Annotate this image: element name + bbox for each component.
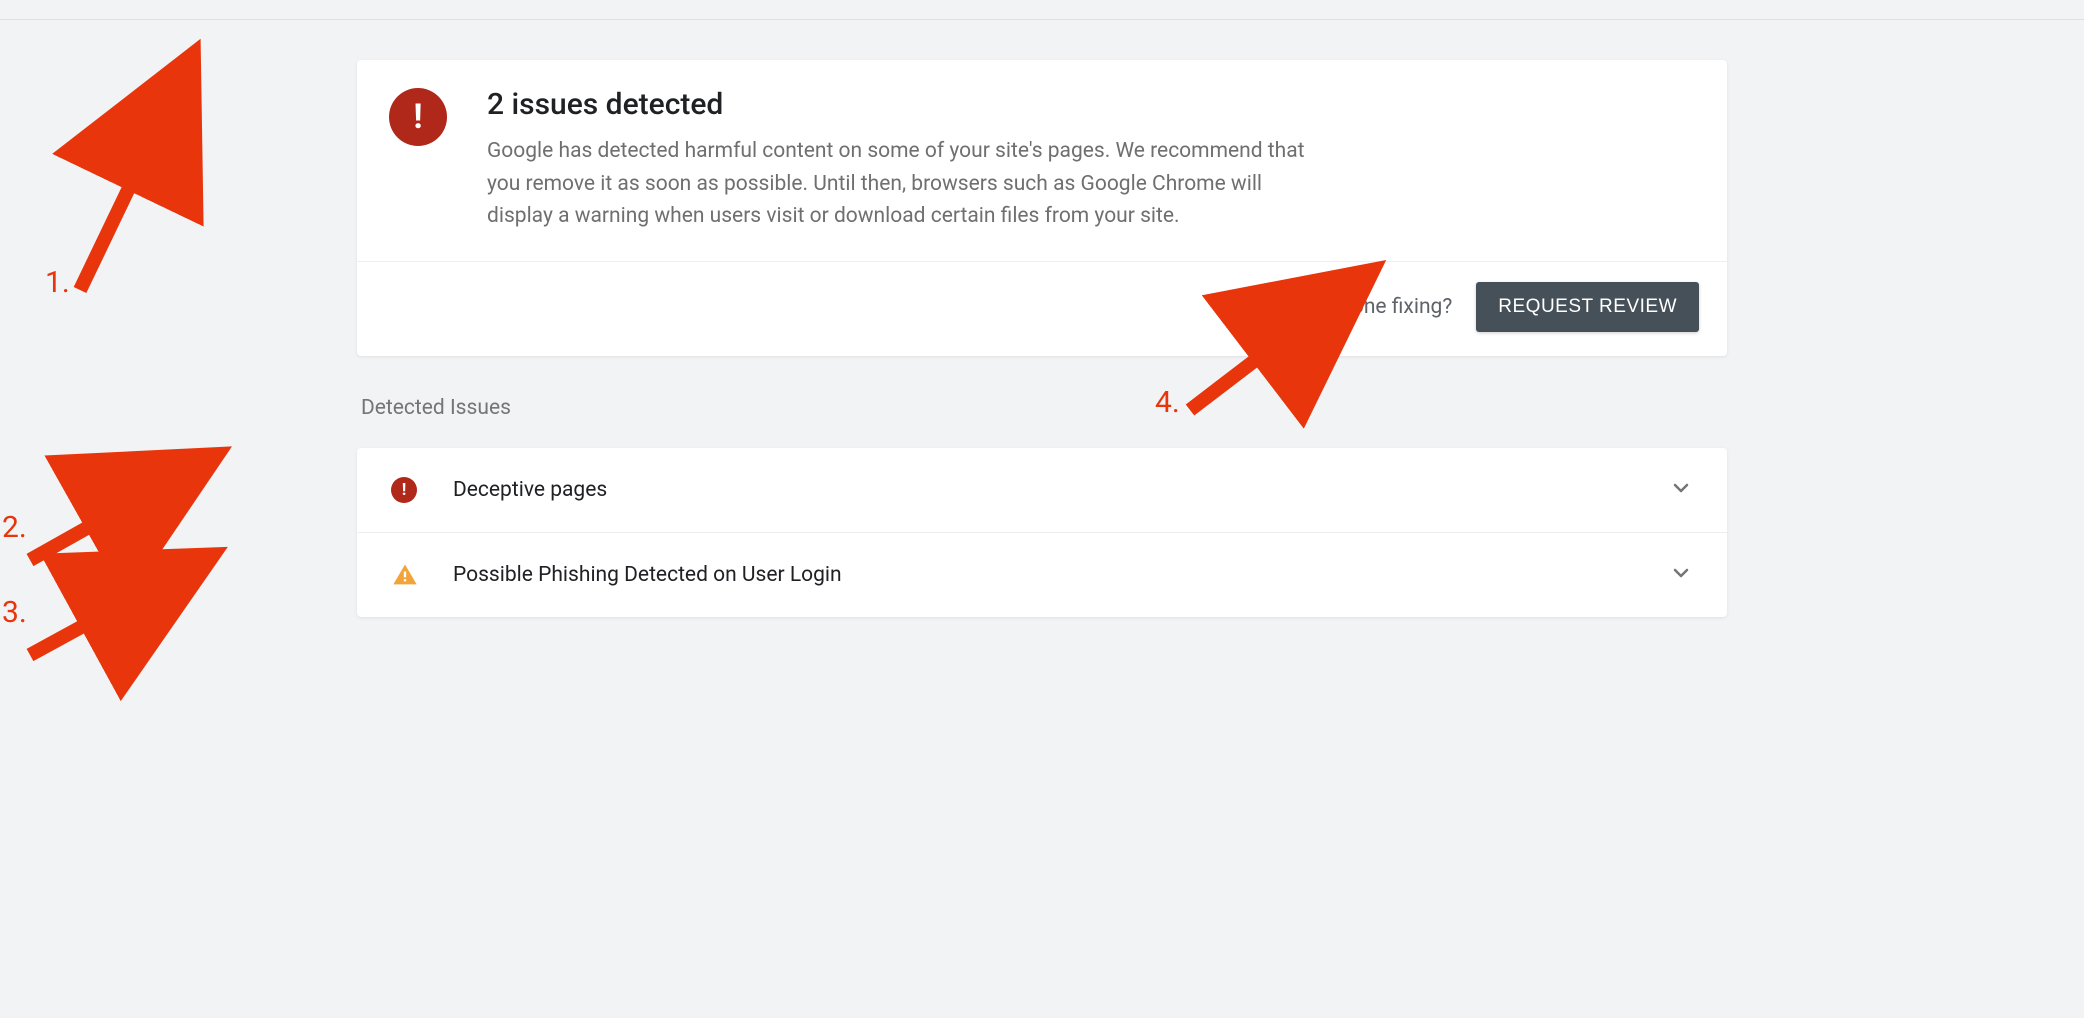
issue-icon-container xyxy=(391,561,431,589)
annotation-label-2: 2. xyxy=(2,510,27,545)
issue-label: Possible Phishing Detected on User Login xyxy=(453,563,1669,587)
request-review-button[interactable]: REQUEST REVIEW xyxy=(1476,282,1699,332)
annotation-label-3: 3. xyxy=(2,595,27,630)
issues-list: ! Deceptive pages Possible Phishing Dete… xyxy=(357,448,1727,617)
warning-icon xyxy=(391,561,419,589)
summary-card-body: ! 2 issues detected Google has detected … xyxy=(357,60,1727,262)
annotation-arrow-1 xyxy=(80,165,140,290)
annotation-arrow-3 xyxy=(30,614,105,655)
summary-description: Google has detected harmful content on s… xyxy=(487,135,1317,233)
issue-row-deceptive-pages[interactable]: ! Deceptive pages xyxy=(357,448,1727,533)
summary-title: 2 issues detected xyxy=(487,88,1317,121)
issue-label: Deceptive pages xyxy=(453,478,1669,502)
main-container: ! 2 issues detected Google has detected … xyxy=(357,20,1727,617)
annotation-label-1: 1. xyxy=(45,265,70,300)
alert-icon-container: ! xyxy=(389,88,447,233)
error-icon: ! xyxy=(391,477,417,503)
summary-card-footer: Done fixing? REQUEST REVIEW xyxy=(357,262,1727,356)
chevron-down-icon xyxy=(1669,476,1693,504)
issue-icon-container: ! xyxy=(391,477,431,503)
detected-issues-heading: Detected Issues xyxy=(361,396,1727,420)
page-topbar xyxy=(0,0,2084,20)
issue-row-phishing[interactable]: Possible Phishing Detected on User Login xyxy=(357,533,1727,617)
chevron-down-icon xyxy=(1669,561,1693,589)
summary-text: 2 issues detected Google has detected ha… xyxy=(487,88,1317,233)
done-fixing-label: Done fixing? xyxy=(1338,295,1452,319)
error-icon: ! xyxy=(389,88,447,146)
annotation-arrow-2 xyxy=(30,515,110,560)
summary-card: ! 2 issues detected Google has detected … xyxy=(357,60,1727,356)
